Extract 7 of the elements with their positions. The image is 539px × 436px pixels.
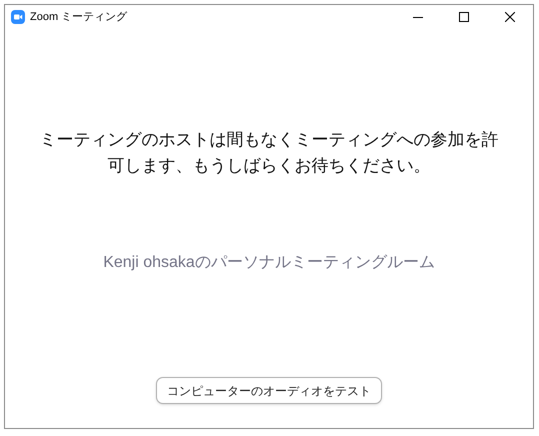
maximize-icon xyxy=(459,12,469,22)
close-icon xyxy=(505,12,515,22)
test-audio-button[interactable]: コンピューターのオーディオをテスト xyxy=(156,377,382,404)
waiting-message: ミーティングのホストは間もなくミーティングへの参加を許可します、もうしばらくお待ちください。 xyxy=(38,129,500,177)
room-name: Kenji ohsakaのパーソナルミーティングルーム xyxy=(103,253,435,273)
app-icon xyxy=(11,10,25,24)
window-title: Zoom ミーティング xyxy=(30,10,128,25)
